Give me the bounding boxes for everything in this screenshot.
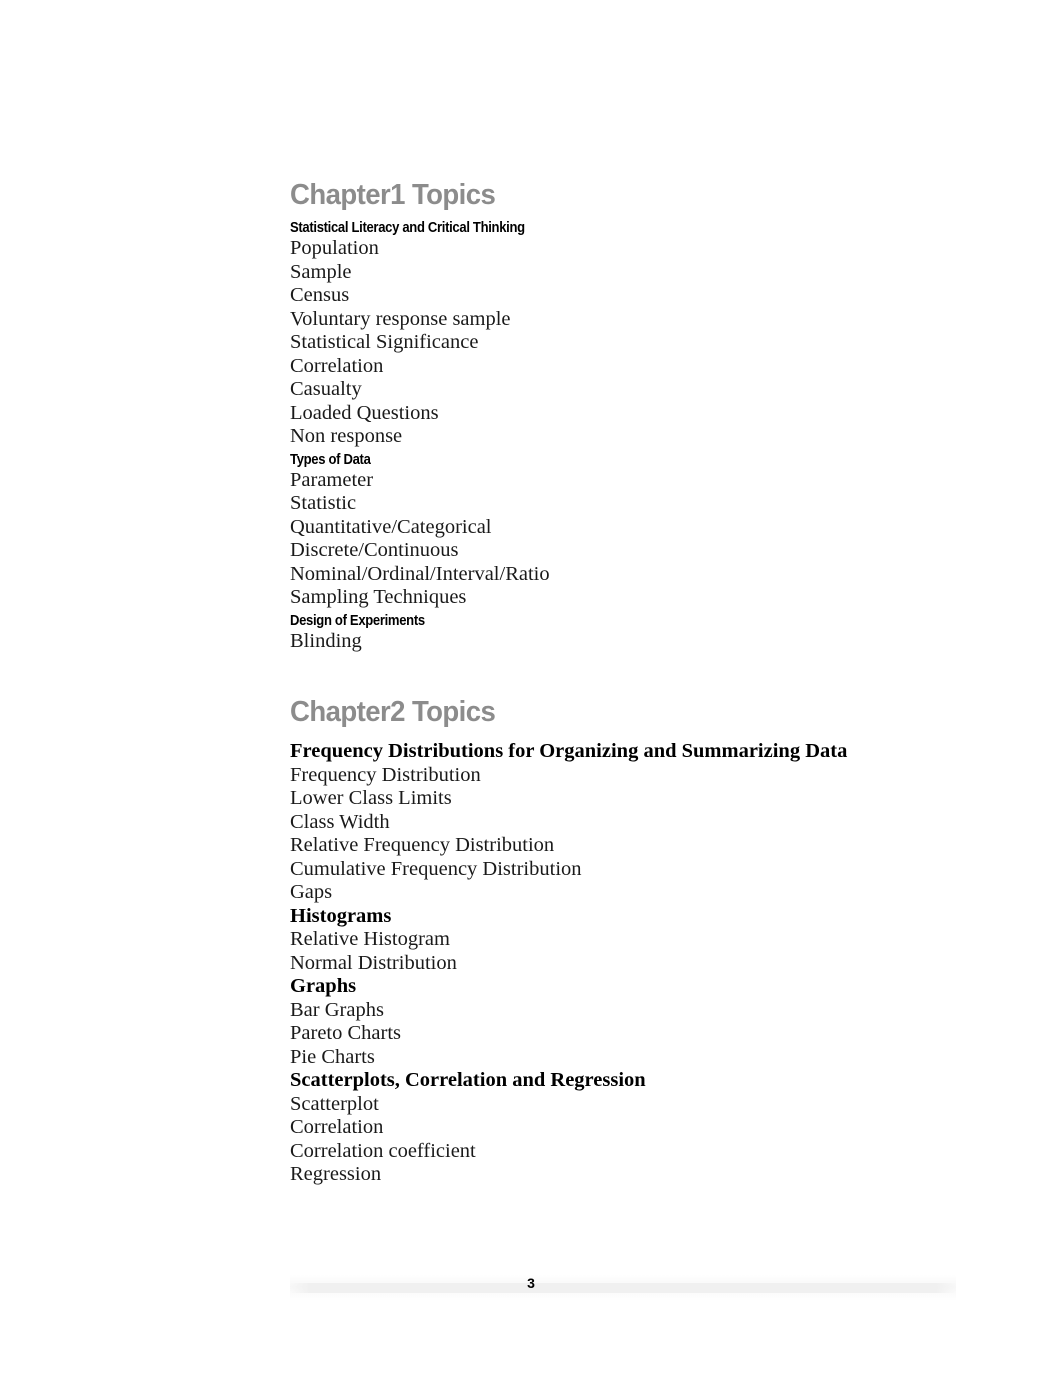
- topic-item: Statistic: [290, 492, 357, 514]
- topic-item: Pie Charts: [290, 1045, 375, 1068]
- section-subheading: Frequency Distributions for Organizing a…: [290, 740, 848, 762]
- topic-section: Frequency Distributions for Organizing a…: [290, 740, 990, 905]
- topic-section: Histograms Relative Histogram Normal Dis…: [290, 905, 990, 976]
- topic-item: Statistical Significance: [290, 331, 479, 353]
- section-subheading: Scatterplots, Correlation and Regression: [290, 1069, 646, 1091]
- section-subheading: Types of Data: [290, 451, 371, 468]
- chapter-heading: Chapter1 Topics: [290, 179, 496, 211]
- topic-item: Sample: [290, 260, 352, 283]
- page-content: Chapter1 Topics Statistical Literacy and…: [290, 178, 990, 1187]
- topic-item: Gaps: [290, 881, 333, 903]
- section-subheading: Graphs: [290, 975, 357, 997]
- topic-item: Census: [290, 284, 350, 306]
- topic-item: Nominal/Ordinal/Interval/Ratio: [290, 562, 550, 585]
- topic-item: Parameter: [290, 468, 374, 491]
- chapter-heading: Chapter2 Topics: [290, 696, 496, 728]
- topic-section: Types of Data Parameter Statistic Quanti…: [290, 452, 990, 610]
- topic-item: Population: [290, 237, 379, 259]
- topic-item: Regression: [290, 1163, 382, 1185]
- page-footer: 3: [0, 1262, 1062, 1322]
- topic-item: Frequency Distribution: [290, 763, 481, 786]
- section-subheading: Statistical Literacy and Critical Thinki…: [290, 220, 525, 236]
- topic-section: Statistical Literacy and Critical Thinki…: [290, 220, 990, 449]
- topic-item: Sampling Techniques: [290, 586, 467, 608]
- topic-item: Normal Distribution: [290, 951, 457, 974]
- topic-item: Loaded Questions: [290, 401, 439, 424]
- topic-item: Cumulative Frequency Distribution: [290, 857, 582, 880]
- topic-item: Correlation: [290, 354, 384, 377]
- topic-item: Relative Histogram: [290, 928, 450, 950]
- topic-item: Correlation coefficient: [290, 1139, 476, 1162]
- topic-item: Pareto Charts: [290, 1022, 402, 1044]
- topic-item: Relative Frequency Distribution: [290, 834, 555, 856]
- topic-section: Scatterplots, Correlation and Regression…: [290, 1069, 990, 1187]
- section-subheading: Histograms: [290, 904, 392, 927]
- topic-item: Lower Class Limits: [290, 787, 452, 809]
- topic-item: Quantitative/Categorical: [290, 515, 492, 538]
- topic-item: Correlation: [290, 1116, 384, 1138]
- topic-section: Design of Experiments Blinding: [290, 613, 990, 654]
- page-number: 3: [527, 1275, 535, 1291]
- topic-item: Discrete/Continuous: [290, 539, 459, 561]
- topic-item: Bar Graphs: [290, 998, 384, 1021]
- chapter-block: Chapter2 Topics Frequency Distributions …: [290, 695, 990, 1187]
- topic-item: Class Width: [290, 810, 390, 833]
- topic-item: Casualty: [290, 378, 362, 400]
- topic-item: Blinding: [290, 629, 362, 652]
- topic-item: Non response: [290, 425, 403, 447]
- document-page: Chapter1 Topics Statistical Literacy and…: [0, 0, 1062, 1376]
- chapter-block: Chapter1 Topics Statistical Literacy and…: [290, 178, 990, 653]
- topic-section: Graphs Bar Graphs Pareto Charts Pie Char…: [290, 975, 990, 1069]
- section-subheading: Design of Experiments: [290, 612, 425, 629]
- topic-item: Scatterplot: [290, 1092, 379, 1115]
- topic-item: Voluntary response sample: [290, 307, 511, 330]
